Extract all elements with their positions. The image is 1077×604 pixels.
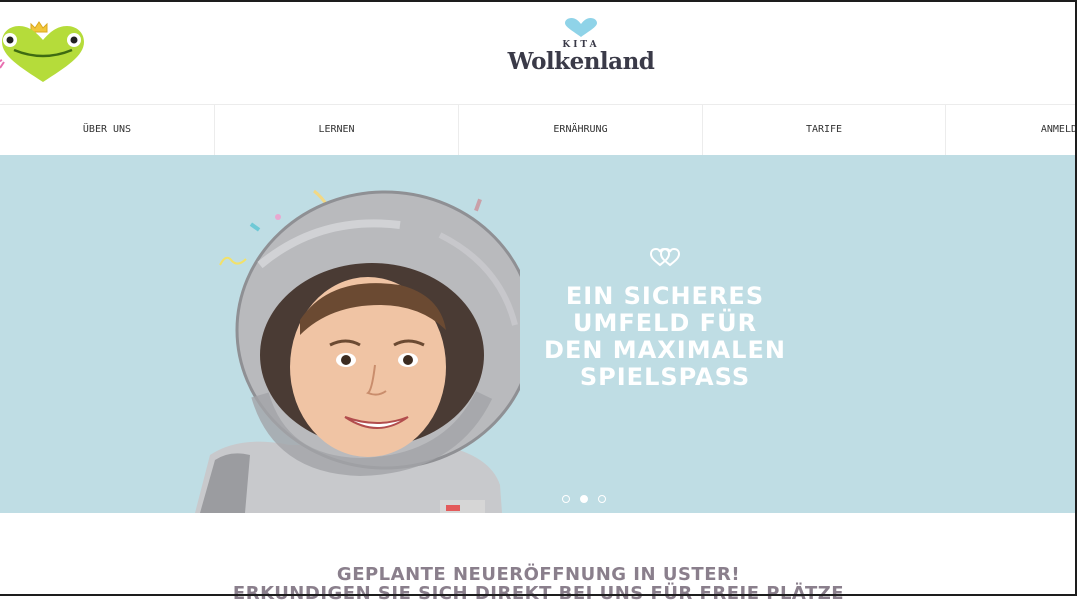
hero-headline-line: EIN SICHERES bbox=[565, 282, 765, 310]
hero-headline-line: UMFELD FÜR bbox=[572, 309, 758, 337]
nav-item-ueber-uns[interactable]: ÜBER UNS bbox=[0, 105, 215, 155]
announcement-section: GEPLANTE NEUERÖFFNUNG IN USTER! ERKUNDIG… bbox=[0, 513, 1077, 604]
main-navigation: ÜBER UNS LERNEN ERNÄHRUNG TARIFE ANMELD bbox=[0, 104, 1077, 156]
slider-dot-3[interactable] bbox=[598, 495, 607, 503]
site-header: KITA Wolkenland bbox=[0, 2, 1077, 104]
site-logo[interactable]: KITA Wolkenland bbox=[496, 18, 666, 84]
double-heart-icon bbox=[650, 247, 680, 267]
logo-name-text: Wolkenland bbox=[507, 48, 655, 75]
hero-headline: EIN SICHERES UMFELD FÜR DEN MAXIMALEN SP… bbox=[520, 283, 810, 391]
nav-item-tarife[interactable]: TARIFE bbox=[703, 105, 946, 155]
slider-pagination bbox=[562, 488, 611, 503]
hero-slider: EIN SICHERES UMFELD FÜR DEN MAXIMALEN SP… bbox=[0, 155, 1077, 513]
nav-item-lernen[interactable]: LERNEN bbox=[215, 105, 459, 155]
nav-item-ernaehrung[interactable]: ERNÄHRUNG bbox=[459, 105, 703, 155]
slider-dot-2[interactable] bbox=[580, 495, 589, 503]
announcement-line-1: GEPLANTE NEUERÖFFNUNG IN USTER! bbox=[336, 564, 741, 585]
frog-heart-mascot-icon[interactable] bbox=[0, 12, 86, 84]
hero-headline-line: SPIELSPASS bbox=[579, 363, 751, 391]
hero-headline-line: DEN MAXIMALEN bbox=[544, 336, 786, 364]
nav-item-anmeldung[interactable]: ANMELD bbox=[946, 105, 1077, 155]
heart-logo-icon bbox=[565, 18, 597, 37]
slider-dot-1[interactable] bbox=[562, 495, 570, 503]
hero-astronaut-child-photo bbox=[195, 189, 520, 513]
